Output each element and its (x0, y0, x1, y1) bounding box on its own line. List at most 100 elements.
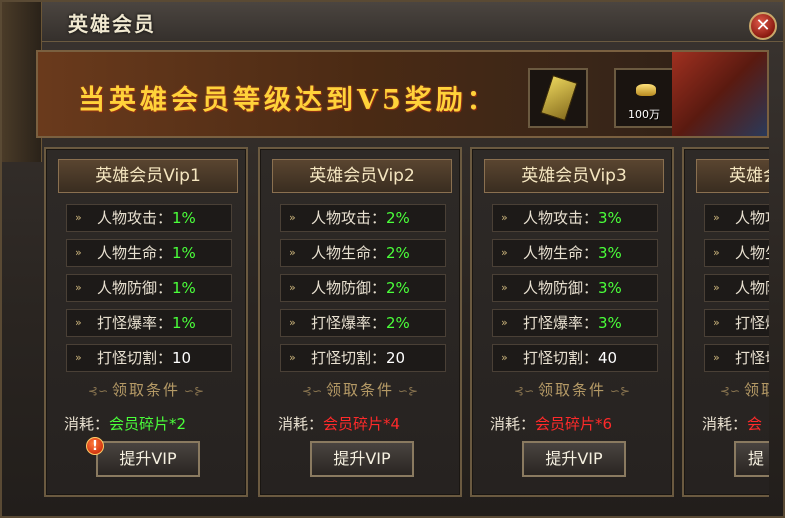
reward-slot-book[interactable] (528, 68, 588, 128)
stat-value: 1% (172, 279, 196, 297)
arrow-icon: » (501, 281, 508, 294)
arrow-icon: » (501, 211, 508, 224)
gold-book-icon (540, 74, 578, 122)
stat-label: 人物防御： (97, 279, 173, 297)
stat-row: » 人物防御：1% (66, 274, 232, 302)
cost-item: 会员碎片*6 (535, 415, 613, 433)
stat-row: » 打怪爆率：3% (492, 309, 658, 337)
arrow-icon: » (713, 351, 720, 364)
stat-label: 打怪切割： (523, 349, 599, 367)
cost-line: 消耗：会 (702, 413, 762, 434)
arrow-icon: » (75, 281, 82, 294)
stat-value: 3% (598, 209, 622, 227)
stat-label: 人物防御： (311, 279, 387, 297)
cost-label: 消耗： (702, 415, 748, 433)
ornament-left-icon: ⊰∽ (88, 384, 112, 398)
condition-heading: ⊰∽ 领取条件 ∽⊱ (260, 379, 460, 400)
stat-label: 打怪切 (735, 349, 769, 367)
ornament-left-icon: ⊰∽ (302, 384, 326, 398)
upgrade-vip-button[interactable]: 提升VIP (310, 441, 414, 477)
cost-line: 消耗：会员碎片*4 (278, 413, 400, 434)
stat-row: » 打怪切 (704, 344, 769, 372)
arrow-icon: » (289, 351, 296, 364)
arrow-icon: » (501, 316, 508, 329)
upgrade-vip-button[interactable]: 提升VIP (522, 441, 626, 477)
stat-row: » 打怪爆 (704, 309, 769, 337)
arrow-icon: » (713, 211, 720, 224)
stat-label: 人物攻 (735, 209, 769, 227)
stat-value: 2% (386, 209, 410, 227)
upgrade-vip-button[interactable]: 提 (734, 441, 769, 477)
stat-row: » 打怪切割：10 (66, 344, 232, 372)
stat-label: 人物攻击： (523, 209, 599, 227)
reward-slot-gold[interactable]: 100万 (614, 68, 674, 128)
stat-value: 2% (386, 244, 410, 262)
stat-row: » 打怪切割：20 (280, 344, 446, 372)
stat-row: » 打怪爆率：2% (280, 309, 446, 337)
vip-card-4-partial: 英雄会 »人物攻 »人物生 »人物防 »打怪爆 »打怪切 ⊰∽ 领取 消耗：会 … (682, 147, 769, 497)
stat-row: » 人物生命：1% (66, 239, 232, 267)
arrow-icon: » (289, 316, 296, 329)
condition-heading: ⊰∽ 领取条件 ∽⊱ (472, 379, 672, 400)
arrow-icon: » (75, 351, 82, 364)
stat-row: » 人物攻击：3% (492, 204, 658, 232)
stat-value: 1% (172, 209, 196, 227)
vip-card-title: 英雄会员Vip3 (484, 159, 664, 193)
hero-member-window: 英雄会员 ✕ 当英雄会员等级达到V5奖励： 100万 英雄会员Vip1 » 人物攻… (0, 0, 785, 518)
ornament-right-icon: ∽⊱ (394, 384, 418, 398)
stat-row: » 人物防御：2% (280, 274, 446, 302)
arrow-icon: » (713, 316, 720, 329)
arrow-icon: » (501, 351, 508, 364)
stat-value: 2% (386, 279, 410, 297)
upgrade-vip-button[interactable]: 提升VIP (96, 441, 200, 477)
stat-row: » 打怪爆率：1% (66, 309, 232, 337)
cost-line: 消耗：会员碎片*6 (490, 413, 612, 434)
stat-label: 打怪爆率： (311, 314, 387, 332)
close-button[interactable]: ✕ (749, 12, 777, 40)
vip-card-title: 英雄会员Vip1 (58, 159, 238, 193)
condition-label: 领取 (743, 381, 769, 399)
gold-ingot-icon (636, 84, 656, 96)
cost-item: 会员碎片*2 (109, 415, 187, 433)
condition-label: 领取条件 (537, 381, 606, 399)
stat-value: 20 (386, 349, 406, 367)
vip-cards-area: 英雄会员Vip1 » 人物攻击：1% » 人物生命：1% » 人物防御：1% » 打怪爆… (42, 147, 769, 507)
stat-row: » 人物生命：3% (492, 239, 658, 267)
stat-value: 40 (598, 349, 618, 367)
ornament-left-icon: ⊰∽ (720, 384, 744, 398)
cost-label: 消耗： (278, 415, 324, 433)
reward-label: 100万 (628, 108, 660, 121)
arrow-icon: » (713, 281, 720, 294)
ornament-right-icon: ∽⊱ (606, 384, 630, 398)
window-title: 英雄会员 (68, 12, 156, 36)
stat-row: » 人物生 (704, 239, 769, 267)
stat-label: 打怪爆率： (523, 314, 599, 332)
cost-item: 会 (747, 415, 763, 433)
arrow-icon: » (289, 281, 296, 294)
stat-value: 3% (598, 244, 622, 262)
condition-heading: ⊰∽ 领取条件 ∽⊱ (46, 379, 246, 400)
stat-row: » 人物攻击：2% (280, 204, 446, 232)
condition-label: 领取条件 (325, 381, 394, 399)
stat-value: 1% (172, 314, 196, 332)
alert-icon: ! (86, 437, 104, 455)
cost-label: 消耗： (490, 415, 536, 433)
arrow-icon: » (289, 211, 296, 224)
stat-label: 人物攻击： (97, 209, 173, 227)
stat-row: » 人物攻 (704, 204, 769, 232)
stat-row: » 人物防御：3% (492, 274, 658, 302)
vip-card-title: 英雄会员Vip2 (272, 159, 452, 193)
vip-card-1: 英雄会员Vip1 » 人物攻击：1% » 人物生命：1% » 人物防御：1% » 打怪爆… (44, 147, 248, 497)
stat-label: 人物防御： (523, 279, 599, 297)
stat-value: 3% (598, 279, 622, 297)
banner-art (672, 52, 767, 136)
reward-banner: 当英雄会员等级达到V5奖励： 100万 (36, 50, 769, 138)
arrow-icon: » (289, 246, 296, 259)
cost-label: 消耗： (64, 415, 110, 433)
cost-line: 消耗：会员碎片*2 (64, 413, 186, 434)
condition-label: 领取条件 (111, 381, 180, 399)
arrow-icon: » (75, 211, 82, 224)
condition-heading: ⊰∽ 领取 (684, 379, 769, 400)
stat-row: » 打怪切割：40 (492, 344, 658, 372)
stat-label: 人物生命： (97, 244, 173, 262)
